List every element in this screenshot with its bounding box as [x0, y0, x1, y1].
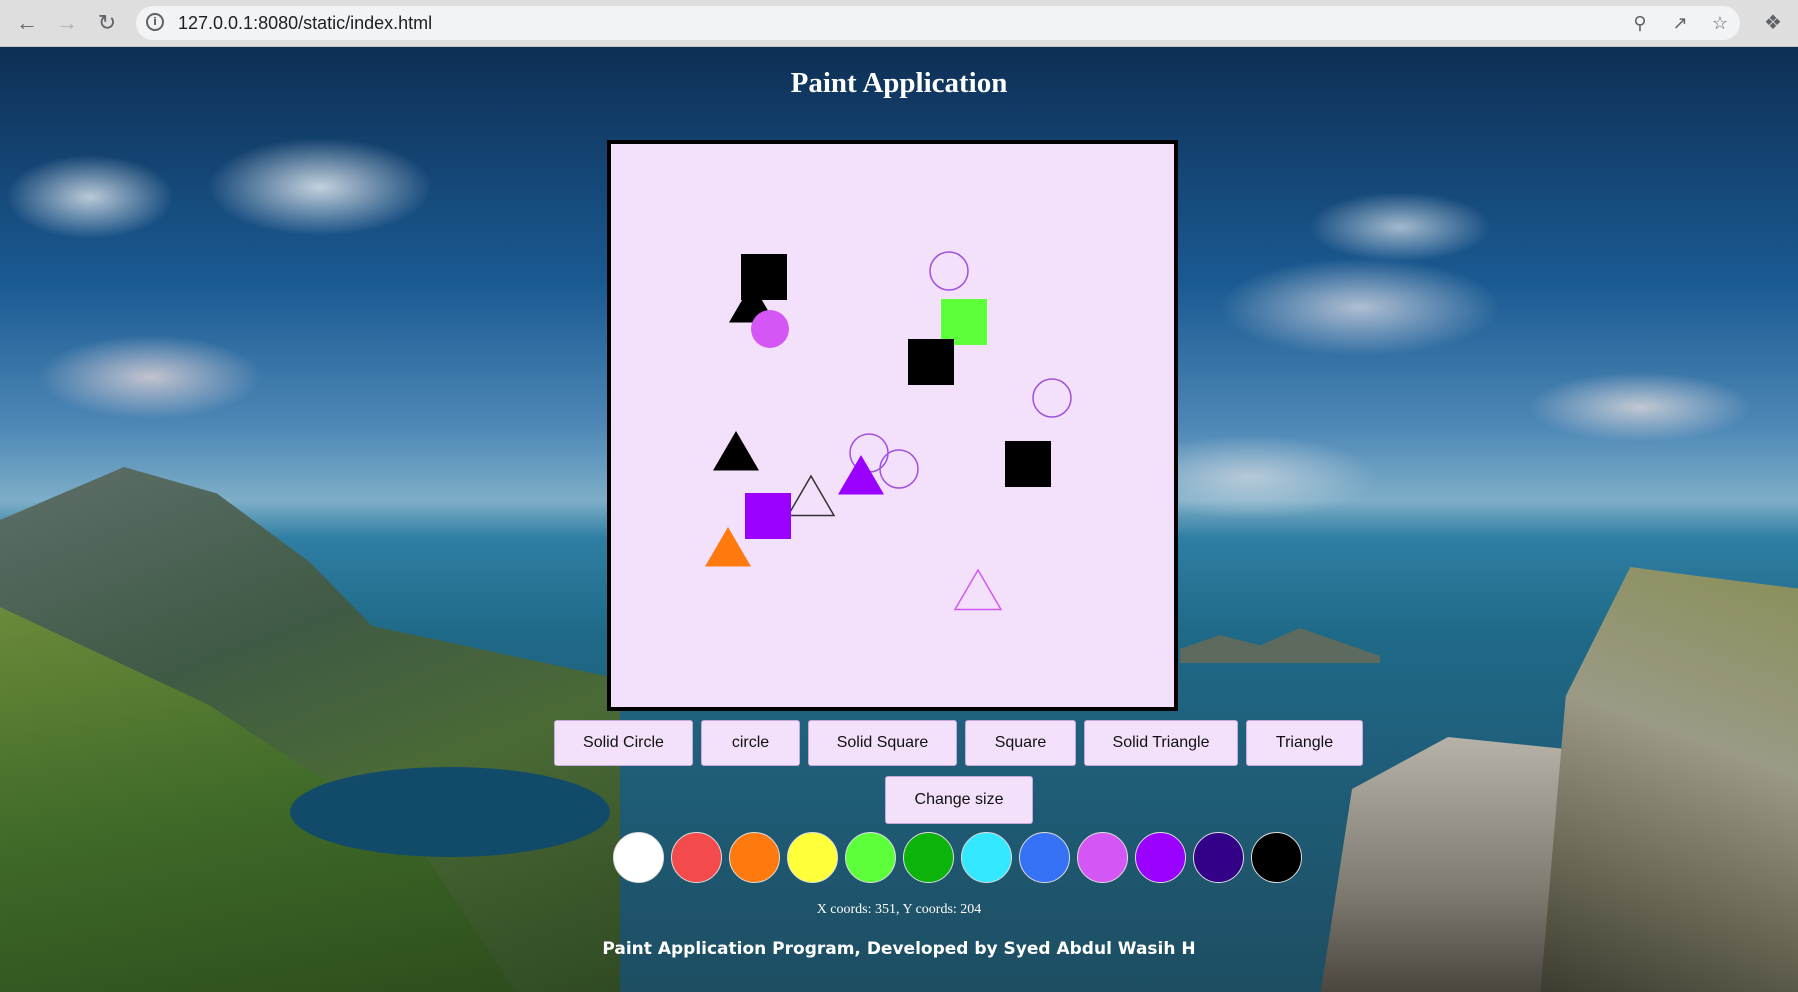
puzzle-icon[interactable]: ❖ — [1760, 10, 1786, 36]
background-mountain-right — [1540, 567, 1798, 992]
color-swatch-white[interactable] — [613, 832, 664, 883]
solid-circle-button[interactable]: Solid Circle — [554, 720, 693, 766]
background-islands — [1180, 628, 1380, 663]
canvas-surface[interactable] — [611, 144, 1174, 707]
back-icon[interactable]: ← — [12, 8, 42, 38]
color-swatch-green[interactable] — [903, 832, 954, 883]
canvas-shape-solid-square — [941, 299, 987, 345]
canvas-shape-solid-triangle — [838, 455, 884, 495]
canvas-shape-solid-circle — [751, 310, 789, 348]
circle-button[interactable]: circle — [701, 720, 800, 766]
canvas-shape-solid-square — [745, 493, 791, 539]
address-bar[interactable]: i 127.0.0.1:8080/static/index.html ⚲ ↗ ☆ — [136, 6, 1740, 40]
color-swatch-orange[interactable] — [729, 832, 780, 883]
share-icon[interactable]: ↗ — [1668, 11, 1692, 35]
canvas-shape-triangle — [786, 474, 836, 517]
change-size-button[interactable]: Change size — [885, 776, 1033, 824]
canvas-shape-circle — [929, 251, 969, 291]
color-swatch-yellow[interactable] — [787, 832, 838, 883]
reload-icon[interactable]: ↻ — [92, 8, 122, 38]
canvas-shape-solid-square — [1005, 441, 1051, 487]
color-swatch-red[interactable] — [671, 832, 722, 883]
info-icon[interactable]: i — [146, 13, 164, 31]
canvas-shape-circle — [1032, 378, 1072, 418]
canvas-shape-solid-square — [908, 339, 954, 385]
canvas-shape-solid-triangle — [713, 431, 759, 471]
triangle-button[interactable]: Triangle — [1246, 720, 1363, 766]
drawing-canvas[interactable] — [607, 140, 1178, 711]
solid-triangle-button[interactable]: Solid Triangle — [1084, 720, 1238, 766]
color-swatch-black[interactable] — [1251, 832, 1302, 883]
url-text[interactable]: 127.0.0.1:8080/static/index.html — [178, 13, 432, 34]
star-icon[interactable]: ☆ — [1708, 11, 1732, 35]
color-swatch-pink[interactable] — [1077, 832, 1128, 883]
color-swatch-light-green[interactable] — [845, 832, 896, 883]
color-swatch-purple[interactable] — [1135, 832, 1186, 883]
canvas-shape-triangle — [953, 568, 1003, 611]
forward-icon[interactable]: → — [52, 8, 82, 38]
footer-credit: Paint Application Program, Developed by … — [602, 939, 1196, 959]
background-lake — [290, 767, 610, 857]
solid-square-button[interactable]: Solid Square — [808, 720, 957, 766]
color-swatch-dark-purple[interactable] — [1193, 832, 1244, 883]
canvas-shape-circle — [879, 449, 919, 489]
coords-readout: X coords: 351, Y coords: 204 — [816, 902, 982, 917]
browser-toolbar: ← → ↻ i 127.0.0.1:8080/static/index.html… — [0, 0, 1798, 47]
zoom-icon[interactable]: ⚲ — [1628, 11, 1652, 35]
page-title: Paint Application — [790, 67, 1008, 99]
color-swatch-cyan[interactable] — [961, 832, 1012, 883]
canvas-shape-solid-triangle — [705, 527, 751, 567]
square-button[interactable]: Square — [965, 720, 1076, 766]
color-swatch-blue[interactable] — [1019, 832, 1070, 883]
